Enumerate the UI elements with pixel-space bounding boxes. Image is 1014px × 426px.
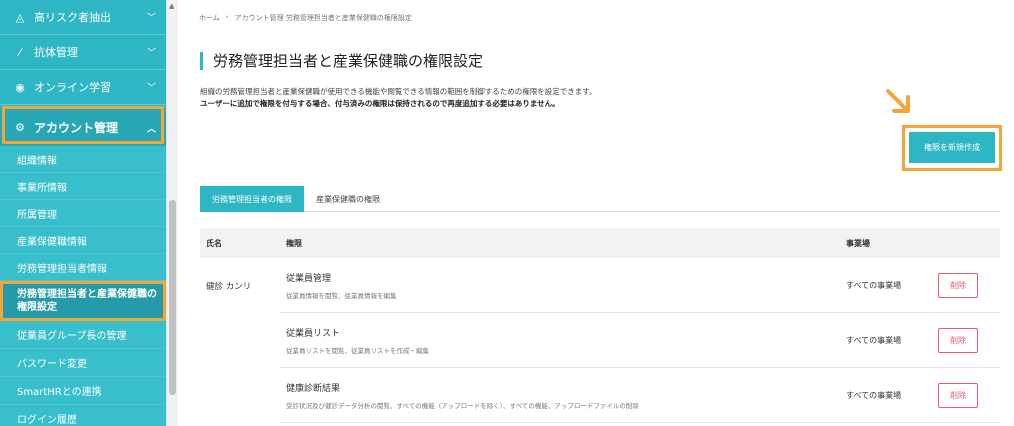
site-cell: すべての事業場 [846, 280, 902, 290]
sidebar-subitem-label: SmartHRとの連携 [17, 387, 102, 398]
sidebar-item-label: 高リスク者抽出 [34, 11, 111, 24]
table-row: 従業員リスト 従業員リストを閲覧、従業員リストを作成・編集 すべての事業場 削除 [280, 313, 1000, 368]
chevron-down-icon: ﹀ [146, 83, 156, 94]
sidebar-subitem-smarthr[interactable]: SmartHRとの連携 [0, 377, 166, 405]
permission-cell: 健康診断結果 受診状況及び健診データ分析の閲覧、すべての機能（アップロードを除く… [280, 381, 840, 410]
scrollbar-thumb[interactable] [169, 200, 176, 395]
gear-icon: ⚙ [15, 121, 25, 134]
permission-description: 受診状況及び健診データ分析の閲覧、すべての機能（アップロードを除く）、すべての機… [286, 401, 639, 410]
create-permission-button[interactable]: 権限を新規作成 [909, 132, 995, 163]
table-row: 健康診断結果 受診状況及び健診データ分析の閲覧、すべての機能（アップロードを除く… [280, 368, 1000, 423]
permission-cell: 従業員リスト 従業員リストを閲覧、従業員リストを作成・編集 [280, 326, 840, 355]
breadcrumb-current: アカウント管理 労務管理担当者と産業保健職の権限設定 [234, 14, 412, 22]
pointer-arrow-icon [886, 89, 910, 113]
site-cell: すべての事業場 [846, 335, 902, 345]
delete-button[interactable]: 削除 [938, 327, 978, 353]
permission-cell: 従業員管理 従業員情報を閲覧、従業員情報を編集 [280, 271, 840, 300]
permission-title: 従業員管理 [286, 273, 332, 284]
permission-description: 従業員リストを閲覧、従業員リストを作成・編集 [286, 346, 429, 355]
scroll-up-arrow-icon[interactable]: ▲ [169, 2, 174, 10]
sidebar-subitem-label: パスワード変更 [17, 359, 87, 370]
sidebar-subitem-dept[interactable]: 所属管理 [0, 200, 166, 227]
eye-icon: ◉ [15, 80, 25, 94]
breadcrumb-home[interactable]: ホーム [199, 13, 220, 23]
page-title: 労務管理担当者と産業保健職の権限設定 [200, 52, 483, 70]
delete-button[interactable]: 削除 [938, 272, 978, 298]
breadcrumb: ホーム › アカウント管理 労務管理担当者と産業保健職の権限設定 [199, 13, 412, 23]
tab-labor-permissions[interactable]: 労務管理担当者の権限 [200, 186, 304, 212]
permission-title: 健康診断結果 [286, 383, 341, 394]
sidebar: ◬ 高リスク者抽出 ﹀ ⁄ 抗体管理 ﹀ ◉ オンライン学習 ﹀ ⚙ アカウント… [0, 0, 166, 426]
sidebar-subitem-label: 組織情報 [17, 155, 57, 167]
sidebar-subitem-label: 労務管理担当者と産業保健職の権限設定 [17, 289, 157, 313]
page-description: 組織の労務管理担当者と産業保健職が使用できる機能や閲覧できる情報の範囲を制御する… [200, 87, 597, 96]
chevron-up-icon: ︿ [146, 124, 156, 134]
sidebar-subitem-label: 従業員グループ長の管理 [17, 331, 127, 342]
sidebar-scrollbar[interactable]: ▲ [166, 0, 178, 426]
sidebar-subitem-password[interactable]: パスワード変更 [0, 349, 166, 377]
sidebar-item-label: 抗体管理 [34, 46, 78, 59]
sidebar-subitem-org[interactable]: 組織情報 [0, 146, 166, 173]
tab-health-permissions[interactable]: 産業保健職の権限 [304, 186, 392, 212]
main-content: ホーム › アカウント管理 労務管理担当者と産業保健職の権限設定 労務管理担当者… [178, 0, 1014, 426]
column-header-site: 事業場 [846, 238, 870, 248]
site-cell: すべての事業場 [846, 390, 902, 400]
chart-icon: ◬ [15, 10, 25, 24]
chevron-down-icon: ﹀ [146, 13, 156, 24]
sidebar-subitem-permissions[interactable]: 労務管理担当者と産業保健職の権限設定 [0, 281, 166, 321]
delete-button[interactable]: 削除 [938, 382, 978, 408]
sidebar-subitem-label: 事業所情報 [17, 182, 67, 194]
sidebar-item-label: アカウント管理 [34, 121, 119, 135]
account-submenu: 組織情報 事業所情報 所属管理 産業保健職情報 労務管理担当者情報 労務管理担当… [0, 146, 166, 426]
sidebar-subitem-label: 労務管理担当者情報 [17, 263, 107, 275]
breadcrumb-separator: › [225, 13, 229, 21]
sidebar-subitem-label: ログイン履歴 [17, 415, 77, 426]
column-header-permission: 権限 [286, 238, 302, 248]
sidebar-subitem-login-history[interactable]: ログイン履歴 [0, 405, 166, 426]
sidebar-subitem-health-staff[interactable]: 産業保健職情報 [0, 227, 166, 254]
user-name: 健診 カンリ [206, 282, 252, 292]
permission-tabs: 労務管理担当者の権限 産業保健職の権限 [200, 186, 1000, 212]
table-header: 氏名 権限 事業場 [200, 228, 1000, 258]
table-body: 健診 カンリ 従業員管理 従業員情報を閲覧、従業員情報を編集 すべての事業場 削… [200, 258, 1000, 423]
syringe-icon: ⁄ [19, 45, 21, 59]
permission-title: 従業員リスト [286, 328, 341, 339]
sidebar-subitem-label: 産業保健職情報 [17, 236, 87, 248]
chevron-down-icon: ﹀ [146, 48, 156, 59]
sidebar-subitem-label: 所属管理 [17, 209, 57, 221]
permission-table: 氏名 権限 事業場 健診 カンリ 従業員管理 従業員情報を閲覧、従業員情報を編集… [200, 228, 1000, 423]
table-row: 従業員管理 従業員情報を閲覧、従業員情報を編集 すべての事業場 削除 [280, 258, 1000, 313]
sidebar-item-antibody[interactable]: ⁄ 抗体管理 ﹀ [0, 35, 166, 70]
sidebar-subitem-office[interactable]: 事業所情報 [0, 173, 166, 200]
page-note: ユーザーに追加で権限を付与する場合、付与済みの権限は保持されるので再度追加する必… [200, 99, 560, 108]
sidebar-item-label: オンライン学習 [34, 81, 111, 94]
sidebar-subitem-labor-staff[interactable]: 労務管理担当者情報 [0, 254, 166, 281]
permission-description: 従業員情報を閲覧、従業員情報を編集 [286, 291, 397, 300]
sidebar-item-high-risk[interactable]: ◬ 高リスク者抽出 ﹀ [0, 0, 166, 35]
sidebar-item-online-learning[interactable]: ◉ オンライン学習 ﹀ [0, 70, 166, 105]
sidebar-item-account[interactable]: ⚙ アカウント管理 ︿ [0, 109, 166, 146]
column-header-name: 氏名 [206, 238, 222, 248]
sidebar-subitem-group-leader[interactable]: 従業員グループ長の管理 [0, 321, 166, 349]
